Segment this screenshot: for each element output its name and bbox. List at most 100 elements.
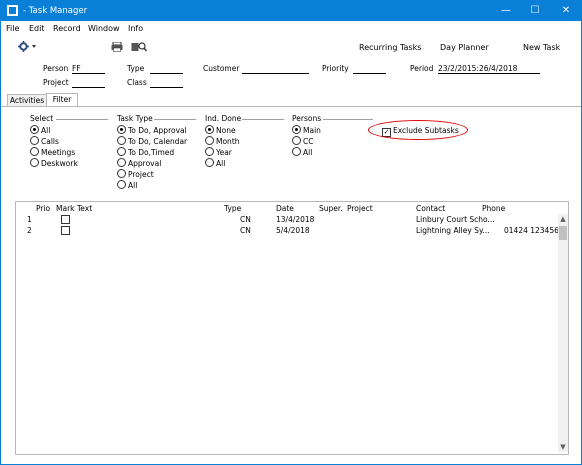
maximize-button[interactable]: ☐: [520, 1, 550, 21]
table-row[interactable]: 1 CN 13/4/2018 Linbury Court Scho...: [16, 214, 556, 225]
radio: [117, 169, 126, 178]
option-label: All: [41, 126, 51, 135]
row-mark-checkbox[interactable]: [61, 215, 70, 224]
task-type-todo-calendar-radio[interactable]: To Do, Calendar: [117, 136, 187, 146]
radio: [30, 136, 39, 145]
col-project[interactable]: Project: [347, 204, 373, 213]
radio-selected: [292, 125, 301, 134]
col-date[interactable]: Date: [276, 204, 294, 213]
priority-field[interactable]: [353, 64, 386, 74]
radio: [292, 147, 301, 156]
option-label: All: [303, 148, 313, 157]
col-phone[interactable]: Phone: [482, 204, 505, 213]
gear-icon[interactable]: [18, 41, 38, 54]
scroll-down-icon[interactable]: ▼: [558, 442, 568, 452]
scroll-up-icon[interactable]: ▲: [558, 214, 568, 224]
ind-done-month-radio[interactable]: Month: [205, 136, 240, 146]
radio-selected: [117, 125, 126, 134]
option-label: CC: [303, 137, 314, 146]
radio-selected: [205, 125, 214, 134]
project-field[interactable]: [72, 78, 105, 88]
vertical-scrollbar[interactable]: ▲ ▼: [558, 214, 568, 452]
option-label: All: [128, 181, 138, 190]
tab-filter[interactable]: Filter: [46, 93, 78, 107]
option-label: Meetings: [41, 148, 76, 157]
task-type-divider: [154, 119, 196, 120]
option-label: Approval: [128, 159, 162, 168]
menu-edit[interactable]: Edit: [29, 24, 45, 33]
task-type-todo-timed-radio[interactable]: To Do,Timed: [117, 147, 174, 157]
row-contact: Linbury Court Scho...: [416, 215, 495, 224]
radio: [205, 147, 214, 156]
radio: [292, 136, 301, 145]
option-label: Calls: [41, 137, 59, 146]
persons-divider: [323, 119, 373, 120]
select-all-radio[interactable]: All: [30, 125, 50, 135]
task-grid: Prio Mark Text Type Date Super. Project …: [15, 201, 569, 455]
row-phone: 01424 123456: [504, 226, 559, 235]
customer-field[interactable]: [242, 64, 309, 74]
row-type: CN: [240, 226, 251, 235]
ind-done-all-radio[interactable]: All: [205, 158, 225, 168]
ind-done-year-radio[interactable]: Year: [205, 147, 232, 157]
filter-panel: Select All Calls Meetings Deskwork Task …: [1, 106, 581, 197]
period-label: Period: [410, 64, 434, 73]
class-label: Class: [127, 78, 147, 87]
persons-all-radio[interactable]: All: [292, 147, 312, 157]
priority-label: Priority: [322, 64, 349, 73]
menu-info[interactable]: Info: [128, 24, 143, 33]
search-icon[interactable]: [131, 42, 148, 54]
menu-window[interactable]: Window: [88, 24, 120, 33]
ind-done-divider: [242, 119, 284, 120]
class-field[interactable]: [150, 78, 183, 88]
menu-bar: File Edit Record Window Info: [1, 21, 581, 36]
printer-icon[interactable]: [111, 41, 123, 54]
col-mark[interactable]: Mark: [56, 204, 75, 213]
persons-main-radio[interactable]: Main: [292, 125, 321, 135]
persons-group-title: Persons: [292, 114, 322, 123]
title-bar: - Task Manager — ☐ ✕: [1, 1, 581, 21]
persons-cc-radio[interactable]: CC: [292, 136, 313, 146]
radio: [117, 147, 126, 156]
radio: [117, 158, 126, 167]
close-button[interactable]: ✕: [551, 1, 581, 21]
customer-label: Customer: [203, 64, 240, 73]
new-task-button[interactable]: New Task: [523, 43, 560, 52]
day-planner-button[interactable]: Day Planner: [440, 43, 489, 52]
option-label: None: [216, 126, 236, 135]
menu-record[interactable]: Record: [53, 24, 81, 33]
col-prio[interactable]: Prio: [36, 204, 50, 213]
task-type-all-radio[interactable]: All: [117, 180, 137, 190]
col-super[interactable]: Super.: [319, 204, 343, 213]
task-type-todo-approval-radio[interactable]: To Do, Approval: [117, 125, 187, 135]
select-deskwork-radio[interactable]: Deskwork: [30, 158, 78, 168]
type-field[interactable]: [150, 64, 183, 74]
ind-done-none-radio[interactable]: None: [205, 125, 236, 135]
person-field[interactable]: FF: [72, 64, 105, 74]
option-label: To Do, Approval: [128, 126, 187, 135]
toolbar: Recurring Tasks Day Planner New Task: [1, 37, 581, 59]
task-type-project-radio[interactable]: Project: [117, 169, 154, 179]
type-label: Type: [127, 64, 145, 73]
radio: [30, 147, 39, 156]
select-meetings-radio[interactable]: Meetings: [30, 147, 75, 157]
scroll-thumb[interactable]: [559, 226, 567, 240]
period-field[interactable]: 23/2/2015:26/4/2018: [438, 64, 540, 74]
option-label: Main: [303, 126, 321, 135]
option-label: All: [216, 159, 226, 168]
col-type[interactable]: Type: [224, 204, 241, 213]
row-contact: Lightning Alley Sy...: [416, 226, 490, 235]
minimize-button[interactable]: —: [491, 1, 521, 21]
menu-file[interactable]: File: [6, 24, 19, 33]
row-prio: 2: [27, 226, 32, 235]
row-mark-checkbox[interactable]: [61, 226, 70, 235]
select-calls-radio[interactable]: Calls: [30, 136, 59, 146]
radio: [117, 180, 126, 189]
recurring-tasks-button[interactable]: Recurring Tasks: [359, 43, 421, 52]
task-type-approval-radio[interactable]: Approval: [117, 158, 161, 168]
table-row[interactable]: 2 CN 5/4/2018 Lightning Alley Sy... 0142…: [16, 225, 559, 236]
col-contact[interactable]: Contact: [416, 204, 445, 213]
person-label: Person: [43, 64, 69, 73]
option-label: To Do, Calendar: [128, 137, 188, 146]
col-text[interactable]: Text: [77, 204, 92, 213]
